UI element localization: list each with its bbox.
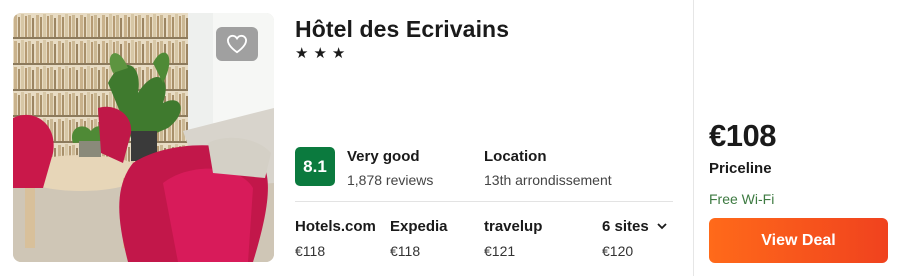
deal-provider[interactable]: Priceline bbox=[709, 160, 772, 177]
column-divider bbox=[693, 0, 694, 276]
offer-price: €118 bbox=[390, 243, 421, 259]
heart-outline-icon bbox=[226, 34, 248, 54]
hotel-photo[interactable] bbox=[13, 13, 274, 262]
more-sites-price: €120 bbox=[602, 243, 634, 259]
review-count[interactable]: 1,878 reviews bbox=[347, 172, 433, 188]
offer-site: Expedia bbox=[390, 218, 448, 235]
offer-price: €118 bbox=[295, 243, 326, 259]
offer-site: Hotels.com bbox=[295, 218, 376, 235]
offer-item[interactable]: Expedia €118 bbox=[390, 218, 448, 259]
rating-label: Very good bbox=[347, 148, 420, 165]
more-sites-label: 6 sites bbox=[602, 218, 649, 235]
offer-price: €121 bbox=[484, 243, 516, 259]
more-sites-toggle[interactable]: 6 sites bbox=[602, 218, 667, 235]
location-label: Location bbox=[484, 148, 547, 165]
hotel-result-card: Hôtel des Ecrivains ★★★ 8.1 Very good 1,… bbox=[0, 0, 904, 276]
location-value[interactable]: 13th arrondissement bbox=[484, 172, 612, 188]
offer-item[interactable]: Hotels.com €118 bbox=[295, 218, 376, 259]
chevron-down-icon bbox=[657, 223, 667, 230]
more-sites[interactable]: 6 sites €120 bbox=[602, 218, 667, 259]
offer-site: travelup bbox=[484, 218, 543, 235]
favorite-button[interactable] bbox=[216, 27, 258, 61]
star-rating: ★★★ bbox=[295, 45, 351, 62]
offer-item[interactable]: travelup €121 bbox=[484, 218, 542, 259]
hotel-details: Hôtel des Ecrivains ★★★ 8.1 Very good 1,… bbox=[295, 0, 680, 276]
view-deal-button[interactable]: View Deal bbox=[709, 218, 888, 263]
divider bbox=[295, 201, 673, 202]
deal-price[interactable]: €108 bbox=[709, 118, 776, 154]
score-badge: 8.1 bbox=[295, 147, 335, 186]
deal-panel: €108 Priceline Free Wi-Fi View Deal bbox=[709, 0, 894, 276]
hotel-name[interactable]: Hôtel des Ecrivains bbox=[295, 16, 509, 43]
amenity-label: Free Wi-Fi bbox=[709, 191, 775, 207]
